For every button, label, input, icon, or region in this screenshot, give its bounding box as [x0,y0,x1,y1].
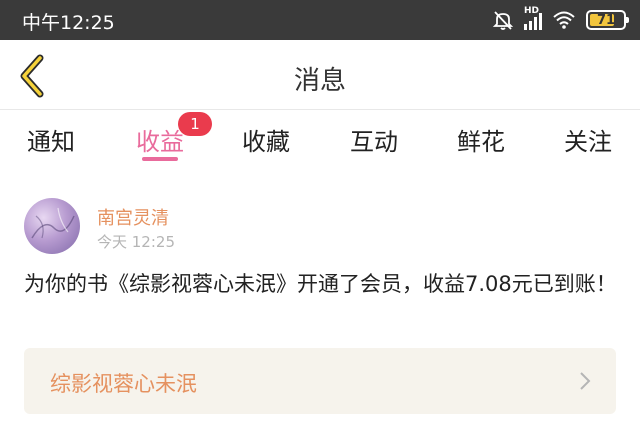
message-item: 南宫灵清 今天 12:25 为你的书《综影视蓉心未泯》开通了会员，收益7.08元… [0,168,640,425]
tab-label: 收益 [136,128,184,156]
tab-label: 关注 [564,128,612,156]
avatar[interactable] [24,198,80,254]
tab-label: 互动 [350,128,398,156]
tab-bar: 通知 收益 1 收藏 互动 鲜花 关注 [0,110,640,168]
message-body: 为你的书《综影视蓉心未泯》开通了会员，收益7.08元已到账！ [24,272,617,296]
page-title: 消息 [293,66,346,96]
tab-favorites[interactable]: 收藏 [221,122,311,157]
tab-notifications[interactable]: 通知 [6,122,96,157]
message-time: 今天 12:25 [97,233,175,251]
chevron-right-icon [580,372,591,390]
wifi-icon [552,10,576,30]
book-link-card[interactable]: 综影视蓉心未泯 [24,348,616,414]
signal-label: HD [524,6,540,16]
signal-icon: HD [524,6,542,30]
tab-label: 通知 [27,128,75,156]
active-tab-indicator [142,157,178,161]
tab-following[interactable]: 关注 [543,122,633,157]
tab-flowers[interactable]: 鲜花 [436,122,526,157]
battery-tip [626,17,629,23]
tab-label: 鲜花 [457,128,505,156]
battery-level: 71 [596,12,616,28]
battery-icon: 71 [586,10,629,30]
tab-label: 收藏 [242,128,290,156]
book-title: 综影视蓉心未泯 [50,372,197,396]
tab-interactions[interactable]: 互动 [329,122,419,157]
unread-badge: 1 [178,112,212,136]
tab-earnings[interactable]: 收益 1 [115,112,212,157]
status-bar: 中午12:25 HD 71 [0,0,640,40]
sender-name[interactable]: 南宫灵清 [97,204,169,230]
status-time: 中午12:25 [22,12,115,34]
nav-bar: 消息 [0,40,640,110]
mute-icon [492,9,514,31]
status-icons: HD 71 [492,6,629,31]
